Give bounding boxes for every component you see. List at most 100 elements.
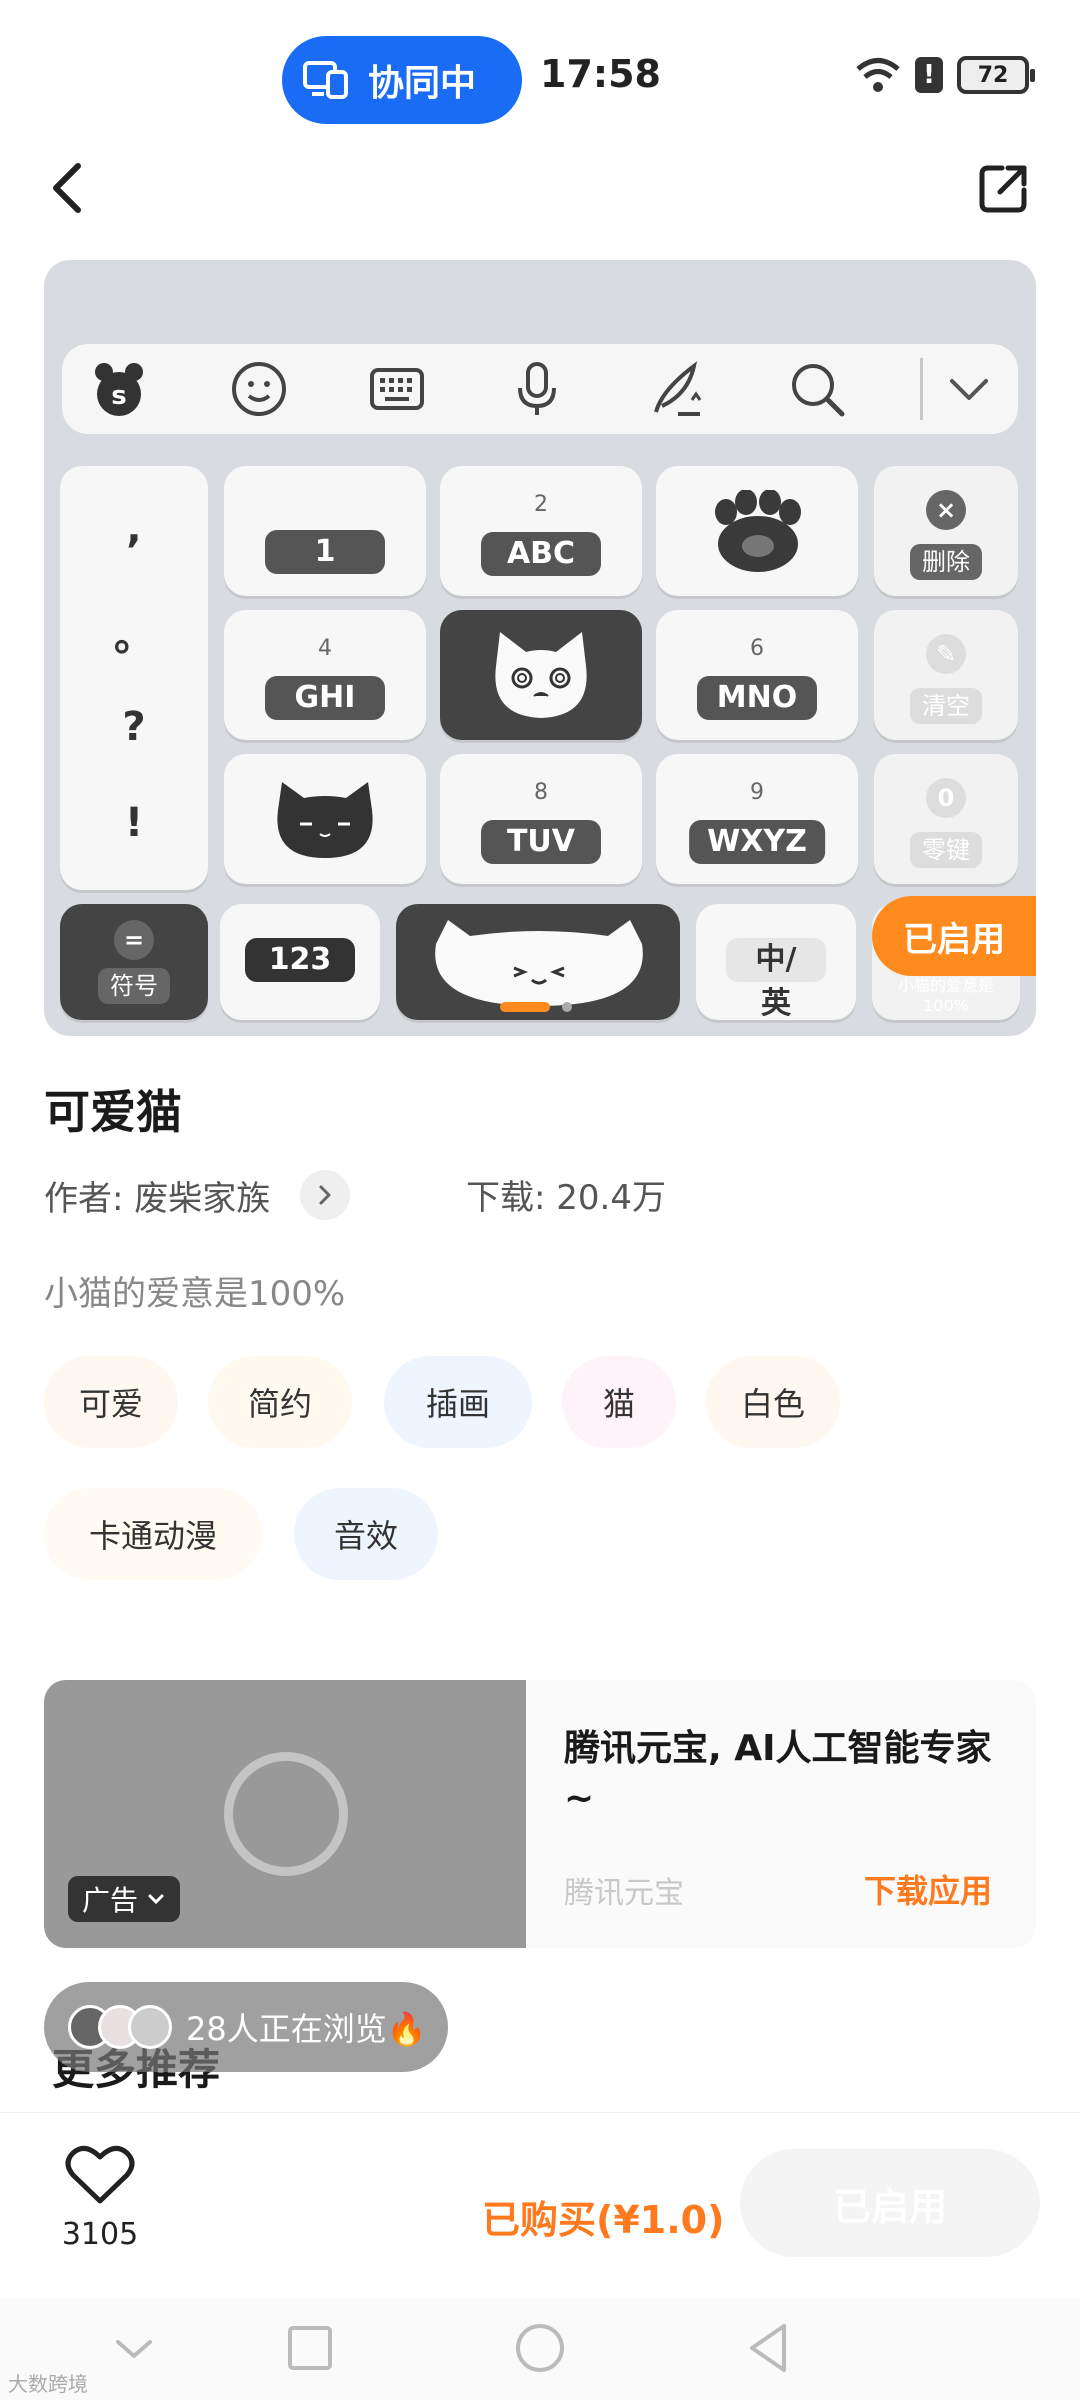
key-delete-label: 删除 — [910, 544, 982, 580]
multi-device-icon — [303, 61, 348, 99]
system-icons: ! 72 — [855, 56, 1035, 94]
indicator-active — [500, 1002, 550, 1012]
sogou-logo-icon: s — [88, 358, 150, 420]
back-nav-icon[interactable] — [740, 2318, 800, 2378]
key-123: 123 — [220, 904, 380, 1020]
key-3-paw — [656, 466, 858, 596]
wifi-icon — [856, 58, 900, 92]
handwriting-icon — [646, 358, 708, 420]
key-8-label: TUV — [481, 820, 601, 864]
battery-icon: 72 — [957, 56, 1035, 94]
avatar-stack — [68, 2005, 172, 2049]
key-9-label: WXYZ — [689, 820, 825, 864]
carousel-indicator — [500, 1002, 572, 1012]
zero-icon: 0 — [926, 778, 966, 818]
punct-question: ? — [122, 704, 146, 750]
ad-download-button[interactable]: 下载应用 — [864, 1866, 992, 1912]
browsing-text: 28人正在浏览🔥 — [186, 2010, 427, 2048]
download-count: 下载: 20.4万 — [466, 1178, 666, 1218]
key-7-cat — [224, 754, 426, 884]
author-row[interactable]: 作者: 废柴家族 — [44, 1170, 351, 1220]
key-language-label: 中/英 — [726, 938, 826, 1021]
key-delete: × 删除 — [874, 466, 1018, 596]
tag-simple[interactable]: 简约 — [208, 1356, 352, 1448]
tag-cartoon-anime[interactable]: 卡通动漫 — [44, 1488, 262, 1580]
recent-apps-icon[interactable] — [280, 2318, 340, 2378]
like-button[interactable]: 3105 — [60, 2143, 140, 2252]
ad-label-text: 广告 — [82, 1884, 139, 1917]
emoji-icon — [228, 358, 290, 420]
collaboration-pill[interactable]: 协同中 — [282, 36, 522, 124]
sleeping-cat-icon — [435, 920, 643, 1006]
status-bar: 协同中 17:58 ! 72 — [0, 0, 1080, 130]
punct-exclaim: ! — [124, 800, 144, 846]
key-8: 8 TUV — [440, 754, 642, 884]
keyboard-icon — [366, 358, 428, 420]
key-2-number: 2 — [534, 492, 548, 517]
theme-title: 可爱猫 — [44, 1085, 182, 1139]
key-6-label: MNO — [697, 676, 817, 720]
enabled-button[interactable]: 已启用 — [740, 2149, 1040, 2257]
toolbar-divider — [920, 358, 923, 420]
key-clear: ✎ 清空 — [874, 610, 1018, 740]
tag-sound-effect[interactable]: 音效 — [294, 1488, 438, 1580]
keyboard-toolbar: s — [62, 344, 1018, 434]
collaboration-label: 协同中 — [368, 63, 477, 104]
key-2: 2 ABC — [440, 466, 642, 596]
symbol-icon: = — [114, 920, 154, 960]
watermark: 大数跨境 — [8, 2372, 88, 2396]
battery-level: 72 — [977, 62, 1009, 88]
key-6-number: 6 — [750, 636, 764, 661]
key-5-cat — [440, 610, 642, 740]
key-symbol-label: 符号 — [98, 968, 170, 1004]
cat-paw-icon — [715, 490, 801, 572]
purchased-status: 已购买(¥1.0) — [482, 2198, 725, 2242]
cat-face-icon — [495, 632, 587, 718]
search-icon — [786, 358, 848, 420]
browsing-indicator: 28人正在浏览🔥 — [44, 1982, 448, 2072]
key-123-label: 123 — [245, 938, 355, 982]
chevron-down-icon — [148, 1894, 164, 1905]
svg-text:s: s — [111, 381, 126, 411]
key-language: 中/英 — [696, 904, 856, 1021]
home-icon[interactable] — [510, 2318, 570, 2378]
chevron-right-icon[interactable] — [300, 1170, 351, 1220]
corner-caption: 小猫的爱意是100% — [897, 976, 994, 1015]
ad-label[interactable]: 广告 — [68, 1876, 181, 1922]
key-clear-label: 清空 — [910, 688, 982, 724]
microphone-icon — [506, 358, 568, 420]
punctuation-column: , 。 ? ! — [60, 466, 208, 890]
key-1: 1 — [224, 466, 426, 596]
key-6: 6 MNO — [656, 610, 858, 740]
ad-title: 腾讯元宝, AI人工智能专家~ — [564, 1728, 992, 1819]
key-4: 4 GHI — [224, 610, 426, 740]
enabled-badge: 已启用 — [872, 896, 1036, 976]
tag-cat[interactable]: 猫 — [562, 1356, 676, 1448]
key-9-number: 9 — [750, 780, 764, 805]
ad-source: 腾讯元宝 — [564, 1876, 684, 1911]
author-name: 作者: 废柴家族 — [44, 1178, 271, 1219]
theme-description: 小猫的爱意是100% — [44, 1274, 346, 1314]
key-4-label: GHI — [265, 676, 385, 720]
like-count: 3105 — [61, 2217, 139, 2252]
back-icon[interactable] — [40, 158, 100, 218]
loading-spinner-icon — [224, 1752, 348, 1876]
alert-icon: ! — [915, 57, 943, 93]
clock: 17:58 — [540, 52, 661, 96]
key-symbol: = 符号 — [60, 904, 208, 1020]
tag-illustration[interactable]: 插画 — [384, 1356, 532, 1448]
pencil-icon: ✎ — [926, 634, 966, 674]
key-9: 9 WXYZ — [656, 754, 858, 884]
punct-period: 。 — [114, 614, 154, 660]
bottom-action-bar: 3105 已购买(¥1.0) 已启用 — [0, 2112, 1080, 2298]
share-icon[interactable] — [976, 160, 1032, 216]
delete-icon: × — [926, 490, 966, 530]
tag-cute[interactable]: 可爱 — [44, 1356, 178, 1448]
key-4-number: 4 — [318, 636, 332, 661]
system-navigation-bar — [0, 2298, 1080, 2400]
ad-card[interactable]: 广告 腾讯元宝, AI人工智能专家~ 腾讯元宝 下载应用 — [44, 1680, 1036, 1948]
hide-keyboard-icon[interactable] — [104, 2318, 164, 2378]
key-zero: 0 零键 — [874, 754, 1018, 884]
black-cat-icon — [277, 782, 373, 858]
tag-white[interactable]: 白色 — [706, 1356, 840, 1448]
